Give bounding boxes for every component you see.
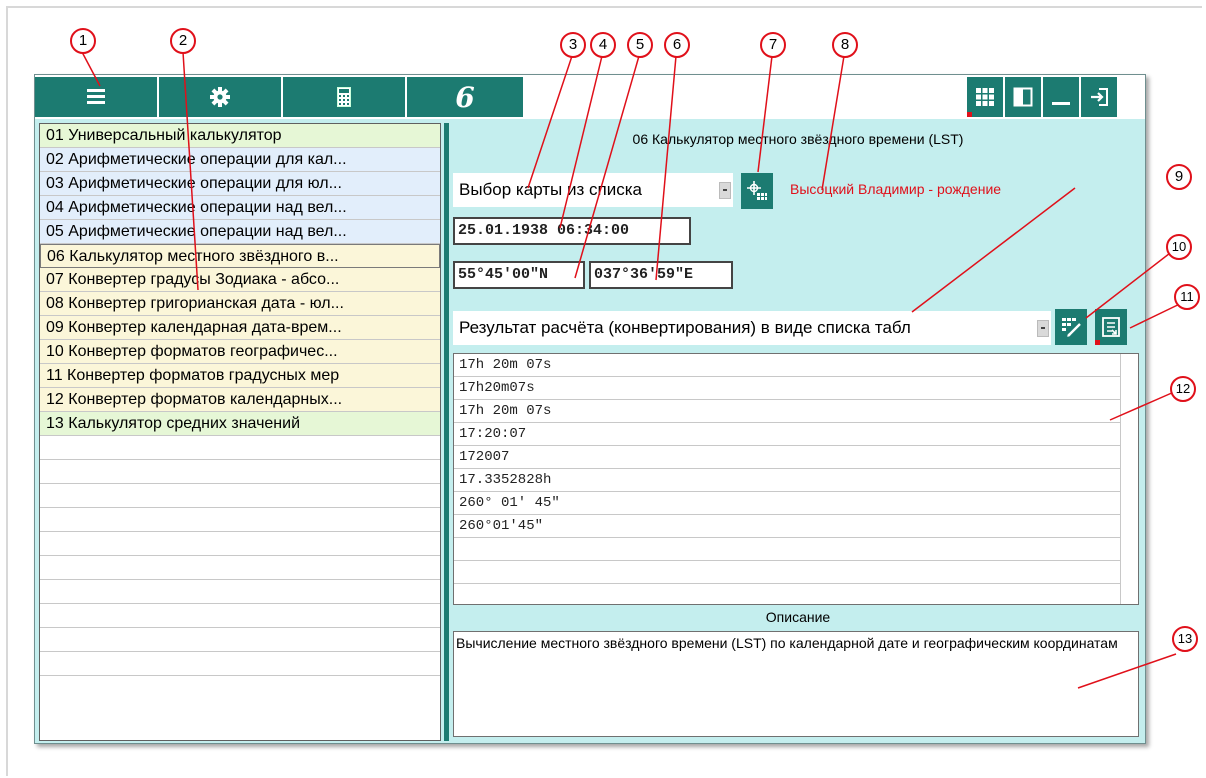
annotation-lines	[81, 51, 1189, 689]
annotation-3: 3	[560, 32, 586, 58]
annotation-10: 10	[1166, 234, 1192, 260]
annotation-1: 1	[70, 28, 96, 54]
annotation-2: 2	[170, 28, 196, 54]
annotation-11: 11	[1174, 284, 1200, 310]
annotation-4: 4	[590, 32, 616, 58]
annotation-8: 8	[832, 32, 858, 58]
annotation-5: 5	[627, 32, 653, 58]
annotation-12: 12	[1170, 376, 1196, 402]
annotation-13: 13	[1172, 626, 1198, 652]
annotation-6: 6	[664, 32, 690, 58]
annotation-9: 9	[1166, 164, 1192, 190]
annotation-7: 7	[760, 32, 786, 58]
